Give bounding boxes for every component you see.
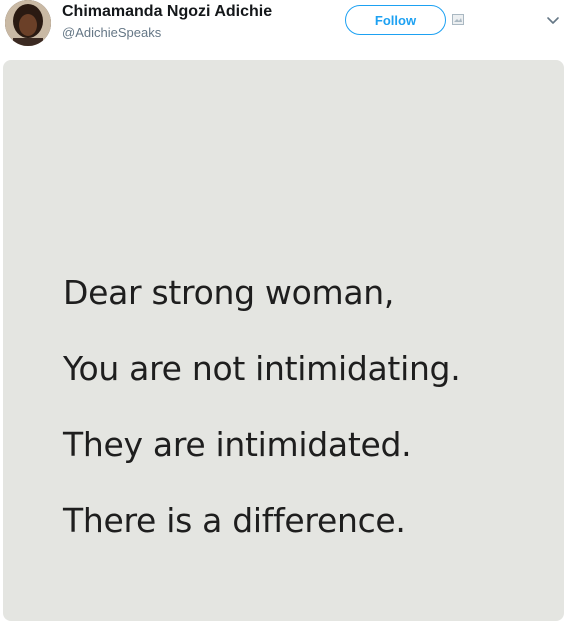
quote-line: Dear strong woman, — [63, 273, 395, 312]
avatar-image — [5, 0, 51, 46]
tweet-media-image[interactable]: Dear strong woman, You are not intimidat… — [3, 60, 564, 621]
quote-line: They are intimidated. — [63, 425, 412, 464]
quote-line: There is a difference. — [63, 501, 406, 540]
quote-text: Dear strong woman, You are not intimidat… — [63, 255, 461, 559]
chevron-down-icon[interactable] — [545, 15, 561, 27]
avatar[interactable] — [5, 0, 51, 46]
broken-image-icon — [452, 14, 464, 25]
author-display-name[interactable]: Chimamanda Ngozi Adichie — [62, 3, 272, 21]
author-handle[interactable]: @AdichieSpeaks — [62, 25, 161, 40]
quote-line: You are not intimidating. — [63, 349, 461, 388]
tweet-header: Chimamanda Ngozi Adichie @AdichieSpeaks … — [0, 0, 569, 56]
follow-button[interactable]: Follow — [345, 5, 446, 35]
